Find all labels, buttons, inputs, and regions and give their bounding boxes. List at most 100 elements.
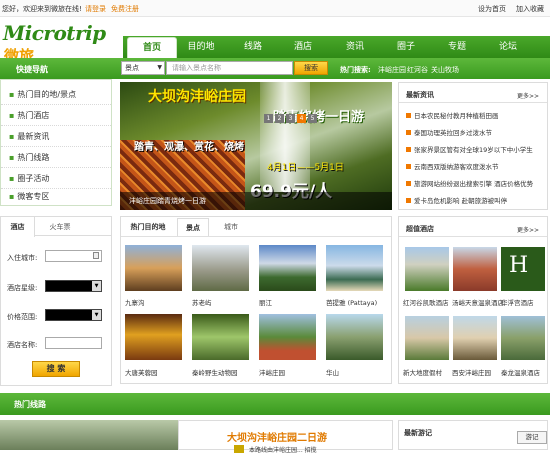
destination-thumb[interactable] [326, 314, 383, 360]
fast-nav-item[interactable]: ▪ 热门目的地/景点 [1, 84, 111, 105]
hotel-more-link[interactable]: 更多>> [517, 225, 539, 234]
hotel-caption[interactable]: 秦龙温泉酒店 [501, 367, 540, 377]
destination-thumb[interactable] [125, 314, 182, 360]
destination-caption[interactable]: 九寨沟 [125, 297, 145, 307]
tab-cities[interactable]: 城市 [215, 218, 247, 236]
tab-train-ticket[interactable]: 火车票 [40, 217, 80, 237]
hot-keyword-2[interactable]: 红河谷 [407, 65, 428, 75]
news-item[interactable]: 日本农民秘付教月种植稻田画 [406, 110, 546, 120]
fast-nav-item[interactable]: ▪ 圈子活动 [1, 168, 111, 189]
checkin-city-input[interactable] [45, 250, 102, 262]
banner-caption-bar: 沣峪庄园踏青烧烤一日游 [120, 192, 392, 210]
hotel-thumb[interactable] [405, 247, 449, 291]
top-bar: 您好，欢迎来到微旅在线! 请登录 免费注册 设为首页 加入收藏 [0, 0, 550, 17]
set-home-link[interactable]: 设为首页 [478, 4, 506, 14]
hotel-name-input[interactable] [45, 337, 102, 349]
destination-thumb[interactable] [326, 245, 383, 291]
fast-nav-item-label: 最新资讯 [17, 132, 50, 141]
banner-slider[interactable]: 大坝沟沣峪庄园 踏青烧烤一日游 踏青、观瀑、赏花、烧烤 4月1日——5月1日 6… [120, 82, 392, 210]
route-title[interactable]: 大坝沟沣峪庄园二日游 [227, 429, 327, 444]
slider-dot[interactable]: 5 [308, 114, 317, 123]
destination-thumb[interactable] [125, 245, 182, 291]
bullet-icon [406, 164, 411, 169]
news-more-link[interactable]: 更多>> [517, 91, 539, 100]
slider-dot-active[interactable]: 4 [297, 114, 306, 123]
bullet-icon [406, 147, 411, 152]
fast-nav-item[interactable]: ▪ 热门线路 [1, 147, 111, 168]
hot-keyword-3[interactable]: 关山牧场 [431, 65, 459, 75]
news-item[interactable]: 泰国功理英拉回乡过泼水节 [406, 127, 546, 137]
hotel-caption[interactable]: 西安沣峪庄园 [452, 367, 491, 377]
fast-nav-item[interactable]: ▪ 微客专区 [1, 189, 111, 205]
nav-tab-news[interactable]: 资讯 [330, 37, 380, 58]
search-input[interactable]: 请输入景点名称 [166, 61, 293, 75]
hot-search-label: 热门搜索: [340, 66, 371, 74]
destination-caption[interactable]: 秦岭野生动物园 [192, 367, 238, 377]
slider-dot[interactable]: 3 [286, 114, 295, 123]
register-link[interactable]: 免费注册 [111, 4, 139, 14]
nav-tab-routes[interactable]: 线路 [228, 37, 278, 58]
fast-nav-item[interactable]: ▪ 最新资讯 [1, 126, 111, 147]
destination-caption[interactable]: 大唐芙蓉园 [125, 367, 158, 377]
add-favorite-link[interactable]: 加入收藏 [516, 4, 544, 14]
bullet-icon: ▪ [9, 132, 15, 141]
price-range-label: 价格范围: [7, 313, 38, 321]
nav-tab-topics[interactable]: 专题 [432, 37, 482, 58]
slider-dot[interactable]: 1 [264, 114, 273, 123]
site-logo[interactable]: Microtrip微旅 [3, 21, 113, 65]
destination-thumb[interactable] [259, 314, 316, 360]
news-item-label: 张家界景区管有对全球19岁以下中小学生 [414, 146, 533, 154]
nav-tab-destination[interactable]: 目的地 [176, 37, 226, 58]
price-range-select[interactable]: ▼ [45, 309, 102, 321]
tab-scenic-spots[interactable]: 景点 [177, 218, 209, 236]
destination-caption[interactable]: 苏老屿 [192, 297, 212, 307]
search-category-select[interactable]: 景点 ▼ [121, 61, 165, 75]
hotel-thumb[interactable]: H [501, 247, 545, 291]
hotel-star-select[interactable]: ▼ [45, 280, 102, 292]
destination-caption[interactable]: 华山 [326, 367, 339, 377]
tab-hotel[interactable]: 酒店 [1, 217, 35, 237]
hotel-name-label: 酒店名称: [7, 341, 38, 349]
hotel-thumb[interactable] [405, 316, 449, 360]
slider-dot[interactable]: 2 [275, 114, 284, 123]
destination-thumb[interactable] [192, 245, 249, 291]
hotel-star-label: 酒店星级: [7, 284, 38, 292]
hotel-caption[interactable]: 红河谷凯歌酒店 [403, 297, 449, 307]
search-button[interactable]: 搜索 [294, 61, 328, 75]
write-travelogue-button[interactable]: 游记 [517, 431, 547, 444]
destination-caption[interactable]: 芭提雅 (Pattaya) [326, 297, 377, 307]
hotel-caption[interactable]: 新大地度假村 [403, 367, 442, 377]
bullet-icon: ▪ [9, 111, 15, 120]
nav-tab-hotels[interactable]: 酒店 [278, 37, 328, 58]
news-item-label: 泰国功理英拉回乡过泼水节 [414, 129, 492, 137]
hotel-thumb[interactable] [501, 316, 545, 360]
banner-date: 4月1日——5月1日 [267, 163, 344, 173]
hotel-thumb[interactable] [453, 247, 497, 291]
nav-tab-circle[interactable]: 圈子 [381, 37, 431, 58]
news-item[interactable]: 爱卡岛危机影响 赴朝旅游被叫停 [406, 195, 546, 205]
destination-thumb[interactable] [259, 245, 316, 291]
destination-caption[interactable]: 沣峪庄园 [259, 367, 285, 377]
news-item[interactable]: 云南西双版纳游客欢度泼水节 [406, 161, 546, 171]
hotel-caption[interactable]: 汤峪天意温泉酒店 [452, 297, 504, 307]
hotel-thumb[interactable] [453, 316, 497, 360]
hotel-search-button[interactable]: 搜 索 [32, 361, 80, 377]
news-item-label: 日本农民秘付教月种植稻田画 [414, 112, 499, 120]
nav-tab-home[interactable]: 首页 [127, 37, 177, 58]
destination-thumb[interactable] [192, 314, 249, 360]
news-item[interactable]: 张家界景区管有对全球19岁以下中小学生 [406, 144, 546, 154]
fast-nav-item-label: 热门酒店 [17, 111, 50, 120]
hot-keyword-1[interactable]: 沣峪庄园 [378, 65, 406, 75]
news-item[interactable]: 旅游网站纷纷退出搜索引擎 酒店价格优势 [406, 178, 546, 188]
login-link[interactable]: 请登录 [85, 4, 106, 14]
tab-hot-destination[interactable]: 热门目的地 [124, 218, 172, 236]
route-icon [234, 445, 244, 453]
destination-caption[interactable]: 丽江 [259, 297, 272, 307]
waterfall-image [260, 82, 310, 192]
bullet-icon: ▪ [9, 153, 15, 162]
new-travelogue-title: 最新游记 [404, 429, 432, 437]
nav-tab-forum[interactable]: 论坛 [483, 37, 533, 58]
hotel-caption[interactable]: 华浮宫酒店 [501, 297, 534, 307]
fast-nav-item[interactable]: ▪ 热门酒店 [1, 105, 111, 126]
route-image[interactable] [0, 420, 178, 450]
